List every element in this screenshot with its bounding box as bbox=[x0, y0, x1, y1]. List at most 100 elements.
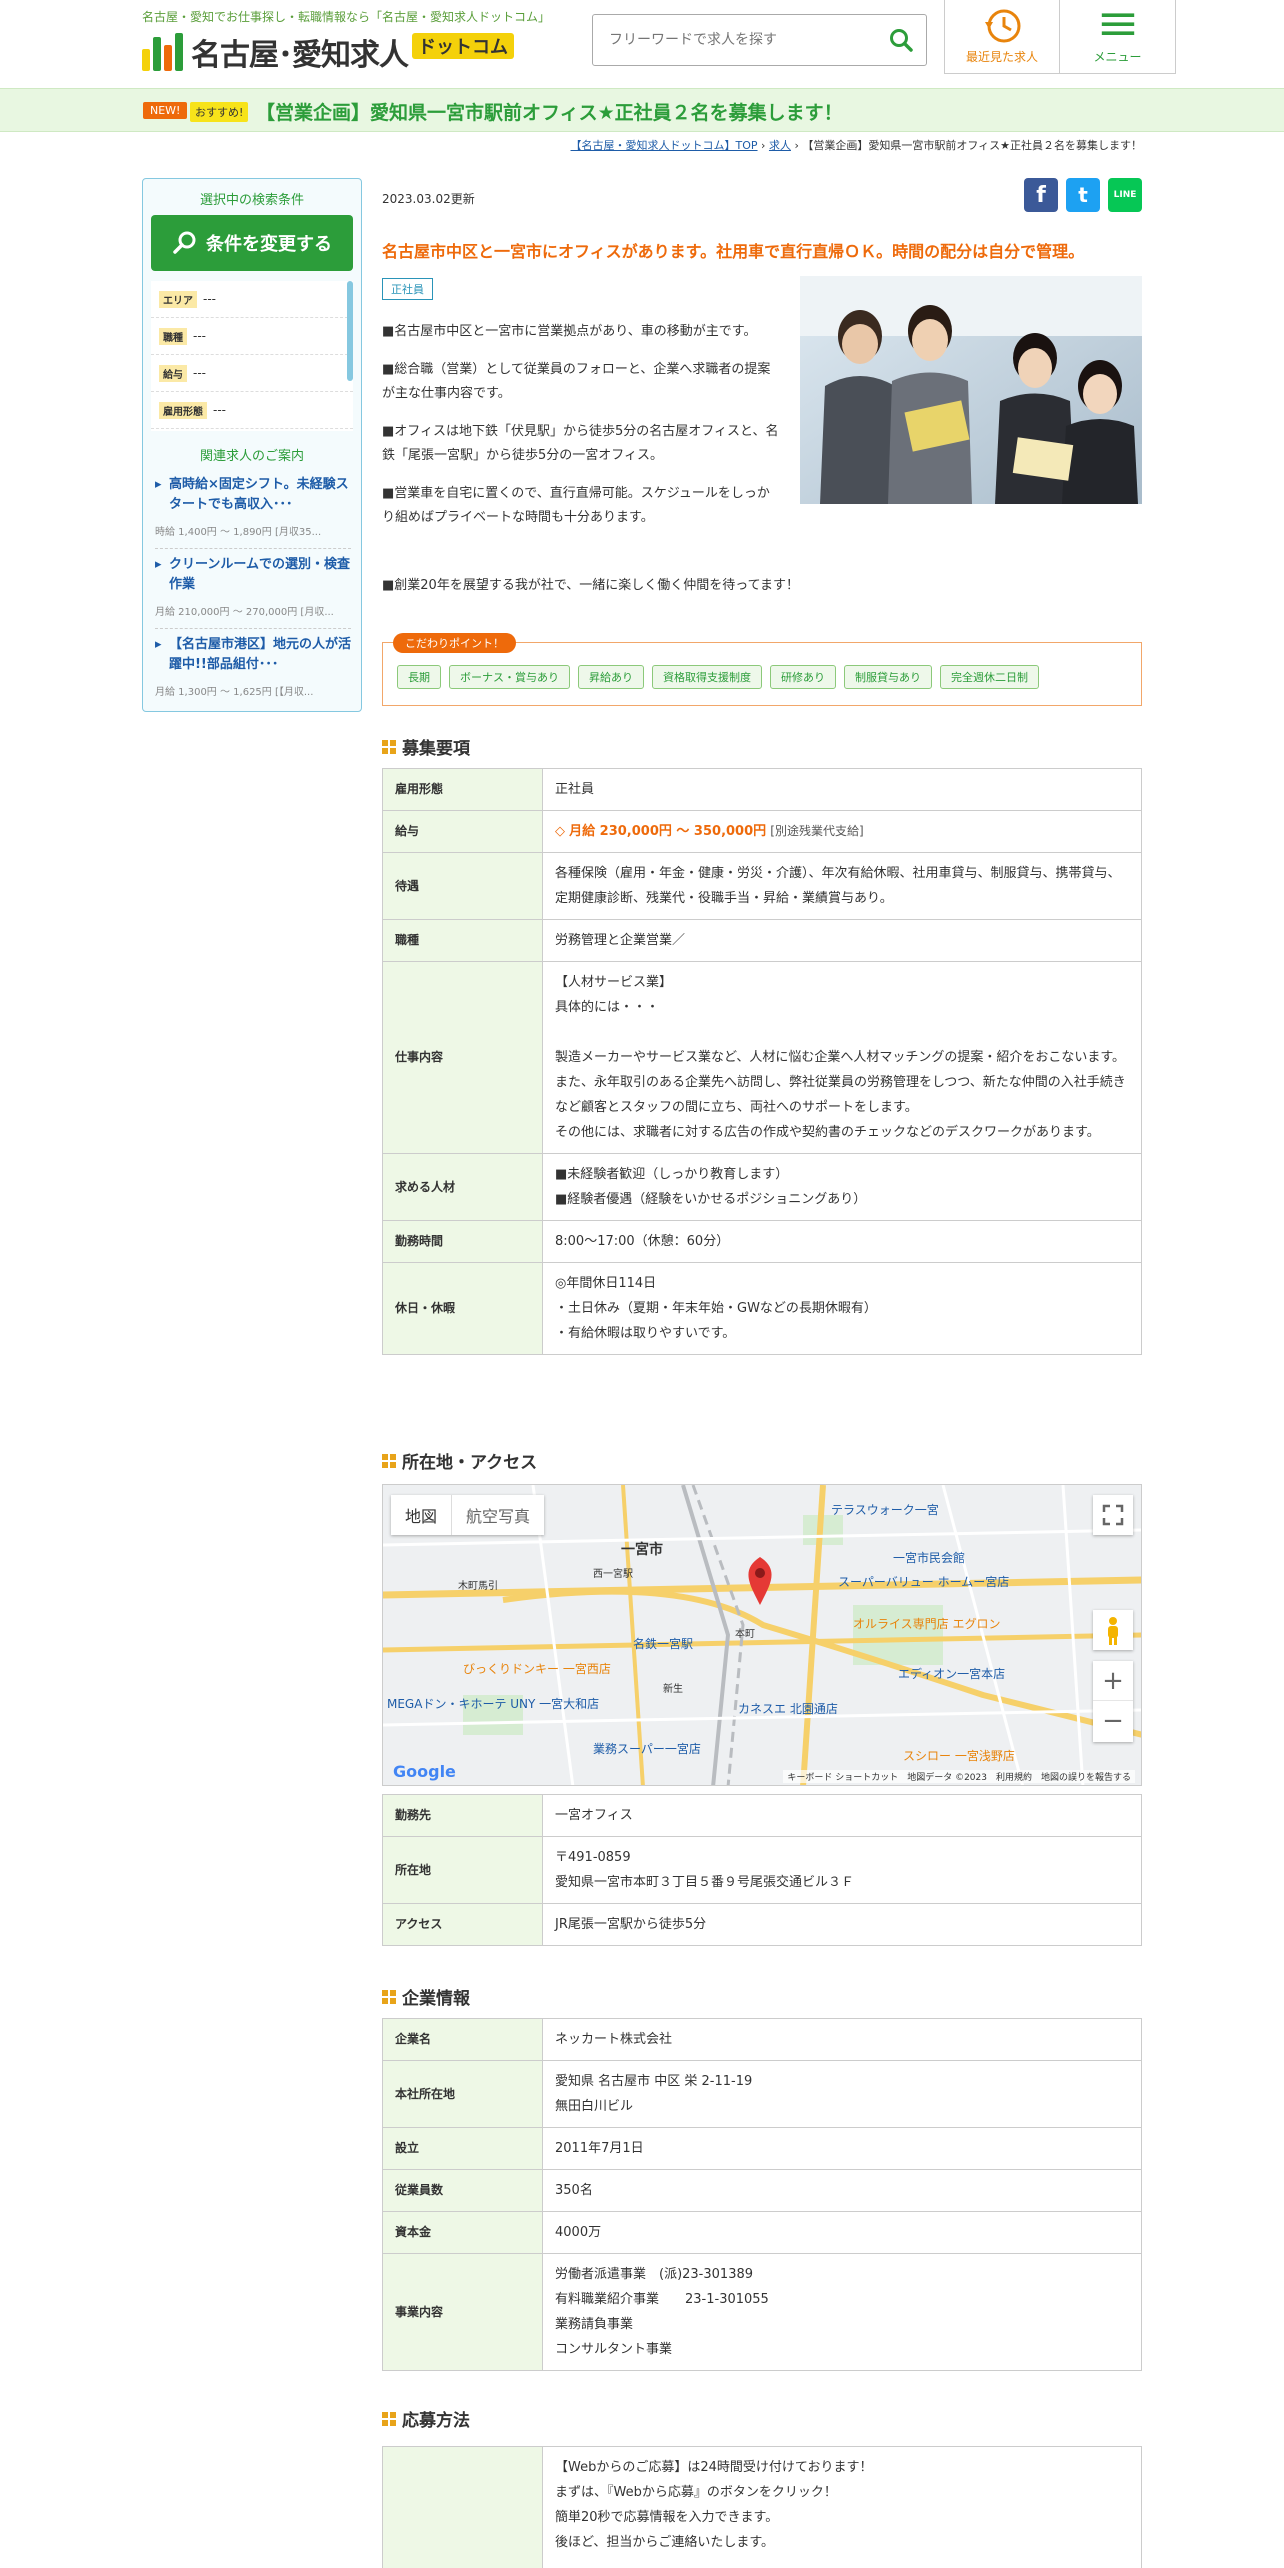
section-title-text: 所在地・アクセス bbox=[402, 1453, 538, 1473]
filter-value: --- bbox=[203, 292, 216, 306]
map-tab-aerial[interactable]: 航空写真 bbox=[451, 1495, 544, 1535]
feature-point[interactable]: 資格取得支援制度 bbox=[652, 665, 762, 689]
line-share-icon[interactable]: LINE bbox=[1108, 178, 1142, 212]
table-row: 本社所在地 愛知県 名古屋市 中区 栄 2-11-19 無田白川ビル bbox=[382, 2060, 1142, 2128]
recent-jobs-button[interactable]: 最近見た求人 bbox=[944, 0, 1060, 74]
work-line: その他には、求職者に対する広告の作成や契約書のチェックなどのデスクワークがありま… bbox=[555, 1125, 1100, 1140]
fullscreen-icon[interactable] bbox=[1093, 1495, 1133, 1535]
feature-point[interactable]: 完全週休二日制 bbox=[940, 665, 1039, 689]
feature-points-list: 長期 ボーナス・賞与あり 昇給あり 資格取得支援制度 研修あり 制服貸与あり 完… bbox=[397, 665, 1039, 689]
row-label: 雇用形態 bbox=[382, 768, 543, 811]
table-row: 雇用形態 正社員 bbox=[382, 768, 1142, 811]
related-job-item[interactable]: クリーンルームでの選別・検査作業 月給 210,000円 ～ 270,000円 … bbox=[155, 555, 351, 629]
map-attribution[interactable]: キーボード ショートカット 地図データ ©2023 利用規約 地図の誤りを報告す… bbox=[783, 1770, 1135, 1783]
map-label: びっくりドンキー 一宮西店 bbox=[463, 1662, 611, 1676]
salary-value: 月給 230,000円 ～ 350,000円 bbox=[569, 824, 767, 839]
location-map[interactable]: 一宮市 テラスウォーク一宮 一宮市民会館 スーパーバリュー ホームー宮店 オルラ… bbox=[382, 1484, 1142, 1786]
filter-value: --- bbox=[193, 329, 206, 343]
filter-tag: エリア bbox=[159, 290, 197, 308]
related-job-item[interactable]: 高時給×固定シフト。未経験スタートでも高収入･･･ 時給 1,400円 ～ 1,… bbox=[155, 475, 351, 549]
table-row: 設立 2011年7月1日 bbox=[382, 2127, 1142, 2170]
map-label: カネスエ 北園通店 bbox=[738, 1702, 838, 1716]
address-line: 〒491-0859 bbox=[555, 1850, 631, 1865]
breadcrumb-jobs-link[interactable]: 求人 bbox=[769, 139, 791, 152]
row-value: 350名 bbox=[542, 2169, 1142, 2212]
search-input[interactable] bbox=[593, 15, 873, 65]
section-bullet-icon bbox=[382, 739, 396, 754]
filters-scrollbar[interactable] bbox=[347, 281, 353, 381]
logo-text: 名古屋･愛知求人 bbox=[191, 38, 409, 73]
facebook-share-icon[interactable]: f bbox=[1024, 178, 1058, 212]
zoom-out-icon[interactable]: − bbox=[1093, 1701, 1133, 1741]
row-label: 企業名 bbox=[382, 2018, 543, 2061]
new-badge: NEW! bbox=[143, 102, 188, 119]
map-label: スシロー 一宮浅野店 bbox=[903, 1749, 1015, 1763]
requirement-line: ■未経験者歓迎（しっかり教育します） bbox=[555, 1167, 789, 1182]
apply-line: まずは、『Webから応募』のボタンをクリック！ bbox=[555, 2485, 837, 2500]
business-line: 労働者派遣事業 (派)23-301389 bbox=[555, 2267, 754, 2282]
section-bullet-icon bbox=[382, 2411, 396, 2426]
row-label bbox=[382, 2446, 543, 2568]
employment-type-tag: 正社員 bbox=[382, 278, 433, 300]
table-row: 【Webからのご応募】は24時間受け付けております！ まずは、『Webから応募』… bbox=[382, 2446, 1142, 2568]
feature-point[interactable]: 長期 bbox=[397, 665, 441, 689]
apply-line: 【Webからのご応募】は24時間受け付けております！ bbox=[555, 2460, 873, 2475]
google-logo: Google bbox=[393, 1762, 456, 1781]
business-line: 有料職業紹介事業 23-1-301055 bbox=[555, 2292, 769, 2307]
feature-points-label: こだわりポイント！ bbox=[393, 633, 516, 653]
apply-line: 簡単20秒で応募情報を入力できます。 bbox=[555, 2510, 779, 2525]
row-label: 職種 bbox=[382, 919, 543, 962]
map-label: 本町 bbox=[735, 1629, 755, 1640]
hamburger-icon bbox=[1101, 13, 1135, 35]
row-value: 2011年7月1日 bbox=[542, 2127, 1142, 2170]
twitter-share-icon[interactable]: t bbox=[1066, 178, 1100, 212]
related-job-title[interactable]: 【名古屋市港区】地元の人が活躍中!!部品組付･･･ bbox=[155, 635, 351, 675]
row-label: 待遇 bbox=[382, 852, 543, 920]
holiday-line: ◎年間休日114日 bbox=[555, 1276, 657, 1291]
map-label: エディオン一宮本店 bbox=[898, 1667, 1006, 1681]
recruit-table: 雇用形態 正社員 給与 ◇ 月給 230,000円 ～ 350,000円 [別途残業… bbox=[382, 768, 1142, 1355]
row-value: 各種保険（雇用・年金・健康・労災・介護）、年次有給休暇、社用車貸与、制服貸与、携… bbox=[542, 852, 1142, 920]
feature-point[interactable]: 制服貸与あり bbox=[844, 665, 932, 689]
holiday-line: ・有給休暇は取りやすいです。 bbox=[555, 1326, 736, 1341]
change-conditions-label: 条件を変更する bbox=[206, 234, 332, 255]
street-view-pegman-icon[interactable] bbox=[1093, 1610, 1133, 1650]
map-label: 一宮市民会館 bbox=[893, 1551, 966, 1565]
work-line: 具体的には・・・ bbox=[555, 1000, 660, 1015]
row-value: 一宮オフィス bbox=[542, 1794, 1142, 1837]
filter-occupation[interactable]: 職種 --- bbox=[151, 318, 353, 355]
map-label: MEGAドン・キホーテ UNY 一宮大和店 bbox=[387, 1697, 600, 1711]
feature-point[interactable]: 昇給あり bbox=[578, 665, 644, 689]
filter-employment-type[interactable]: 雇用形態 --- bbox=[151, 392, 353, 429]
map-label: 一宮市 bbox=[621, 1542, 663, 1558]
row-value: 【人材サービス業】 具体的には・・・ 製造メーカーやサービス業など、人材に悩む企… bbox=[542, 961, 1142, 1154]
feature-point[interactable]: ボーナス・賞与あり bbox=[449, 665, 570, 689]
change-conditions-button[interactable]: 条件を変更する bbox=[151, 215, 353, 271]
table-row: 職種 労務管理と企業営業／ bbox=[382, 919, 1142, 962]
site-logo[interactable]: 名古屋･愛知求人 ドットコム bbox=[142, 30, 514, 74]
feature-points: こだわりポイント！ 長期 ボーナス・賞与あり 昇給あり 資格取得支援制度 研修あ… bbox=[382, 633, 1142, 706]
breadcrumb-home-link[interactable]: 【名古屋・愛知求人ドットコム】TOP bbox=[571, 139, 758, 152]
recent-jobs-label: 最近見た求人 bbox=[965, 50, 1038, 64]
filter-salary[interactable]: 給与 --- bbox=[151, 355, 353, 392]
related-job-title[interactable]: クリーンルームでの選別・検査作業 bbox=[155, 555, 351, 595]
map-tab-map[interactable]: 地図 bbox=[391, 1495, 451, 1535]
company-table: 企業名 ネッカート株式会社 本社所在地 愛知県 名古屋市 中区 栄 2-11-19… bbox=[382, 2018, 1142, 2371]
row-label: 設立 bbox=[382, 2127, 543, 2170]
site-tagline: 名古屋・愛知でお仕事探し・転職情報なら「名古屋・愛知求人ドットコム」 bbox=[142, 10, 551, 24]
salary-prefix: ◇ bbox=[555, 824, 565, 839]
filter-value: --- bbox=[193, 366, 206, 380]
job-intro: ■名古屋市中区と一宮市に営業拠点があり、車の移動が主です。 ■総合職（営業）とし… bbox=[382, 320, 782, 544]
related-job-title[interactable]: 高時給×固定シフト。未経験スタートでも高収入･･･ bbox=[155, 475, 351, 515]
menu-button[interactable]: メニュー bbox=[1060, 0, 1176, 74]
intro-paragraph: ■名古屋市中区と一宮市に営業拠点があり、車の移動が主です。 bbox=[382, 324, 757, 339]
row-value: 4000万 bbox=[542, 2211, 1142, 2254]
row-label: 従業員数 bbox=[382, 2169, 543, 2212]
zoom-in-icon[interactable]: + bbox=[1093, 1661, 1133, 1701]
feature-point[interactable]: 研修あり bbox=[770, 665, 836, 689]
updated-date: 2023.03.02更新 bbox=[382, 192, 475, 206]
related-job-item[interactable]: 【名古屋市港区】地元の人が活躍中!!部品組付･･･ 月給 1,300円 ～ 1,… bbox=[155, 635, 351, 709]
search-icon[interactable] bbox=[888, 27, 914, 53]
map-label: 西一宮駅 bbox=[593, 1569, 633, 1580]
filter-area[interactable]: エリア --- bbox=[151, 281, 353, 318]
